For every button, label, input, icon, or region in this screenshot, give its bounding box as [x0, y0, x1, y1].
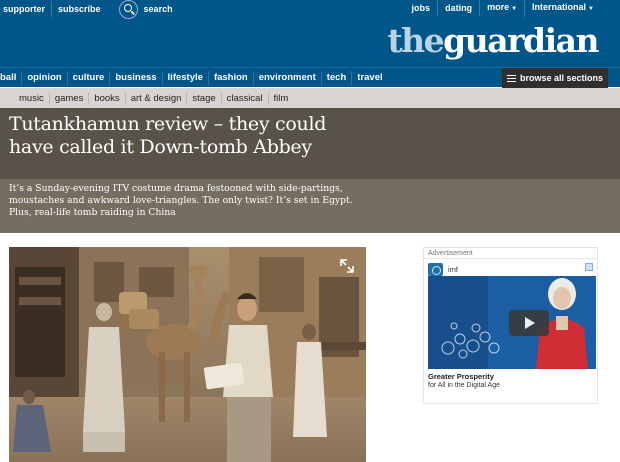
hamburger-icon [507, 74, 516, 82]
nav-opinion[interactable]: opinion [22, 71, 68, 85]
play-icon[interactable] [509, 310, 549, 336]
subnav-stage[interactable]: stage [187, 91, 222, 105]
ad-label: Advertisement [428, 250, 473, 257]
imf-logo [428, 262, 443, 276]
guardian-logo[interactable]: theguardian [387, 19, 599, 63]
scene-illustration [9, 247, 366, 462]
ad-title: Greater Prosperity [428, 372, 494, 381]
subnav-film[interactable]: film [269, 92, 294, 105]
logo-guardian: guardian [443, 21, 599, 60]
nav-business[interactable]: business [110, 71, 163, 85]
sub-nav: music games books art & design stage cla… [0, 88, 620, 108]
subnav-art-design[interactable]: art & design [126, 91, 188, 105]
logo-the: the [387, 21, 444, 60]
nav-lifestyle[interactable]: lifestyle [163, 71, 209, 85]
supporter-link[interactable]: supporter [0, 1, 53, 17]
edition-label: International [532, 2, 587, 12]
standfirst: It’s a Sunday-evening ITV costume drama … [9, 183, 353, 218]
more-label: more [487, 2, 510, 12]
top-left-links: supporter subscribe search [0, 0, 179, 19]
ad-divider [424, 258, 597, 259]
jobs-link[interactable]: jobs [405, 0, 439, 16]
search-icon [118, 0, 138, 19]
nav-environment[interactable]: environment [254, 71, 322, 85]
subnav-books[interactable]: books [89, 91, 126, 105]
top-right-links: jobs dating more ▼ International ▼ [405, 0, 596, 17]
edition-menu[interactable]: International ▼ [525, 0, 596, 17]
standfirst-block: It’s a Sunday-evening ITV costume drama … [0, 179, 620, 233]
ad-brand: imf [448, 264, 458, 274]
ad-video[interactable] [428, 276, 596, 369]
nav-football[interactable]: ball [0, 71, 23, 85]
chevron-down-icon: ▼ [588, 6, 594, 12]
browse-all-sections-button[interactable]: browse all sections [502, 68, 608, 88]
advertisement[interactable]: Advertisement imf Greater Prosperity for… [423, 247, 598, 404]
chevron-down-icon: ▼ [511, 6, 518, 12]
expand-icon[interactable] [337, 256, 357, 276]
subscribe-link[interactable]: subscribe [52, 1, 107, 17]
ad-brand-row: imf [428, 262, 458, 276]
nav-travel[interactable]: travel [352, 71, 387, 85]
top-bar: supporter subscribe search jobs dating m… [0, 0, 620, 67]
nav-fashion[interactable]: fashion [209, 71, 254, 85]
nav-tech[interactable]: tech [322, 71, 353, 85]
search-label: search [143, 4, 173, 14]
page-title: Tutankhamun review – they could have cal… [9, 113, 327, 158]
subnav-music[interactable]: music [14, 91, 50, 105]
search-button[interactable]: search [107, 0, 179, 19]
article-main-image[interactable] [9, 247, 366, 462]
section-nav: ball opinion culture business lifestyle … [0, 67, 620, 88]
headline-block: Tutankhamun review – they could have cal… [0, 108, 620, 179]
more-menu[interactable]: more ▼ [480, 0, 526, 17]
subnav-classical[interactable]: classical [222, 91, 269, 105]
dating-link[interactable]: dating [438, 0, 481, 16]
subnav-games[interactable]: games [50, 91, 90, 105]
browse-label: browse all sections [520, 73, 604, 83]
nav-culture[interactable]: culture [68, 71, 111, 85]
ad-subtitle: for All in the Digital Age [428, 382, 500, 389]
ad-choices-icon[interactable] [585, 263, 593, 271]
